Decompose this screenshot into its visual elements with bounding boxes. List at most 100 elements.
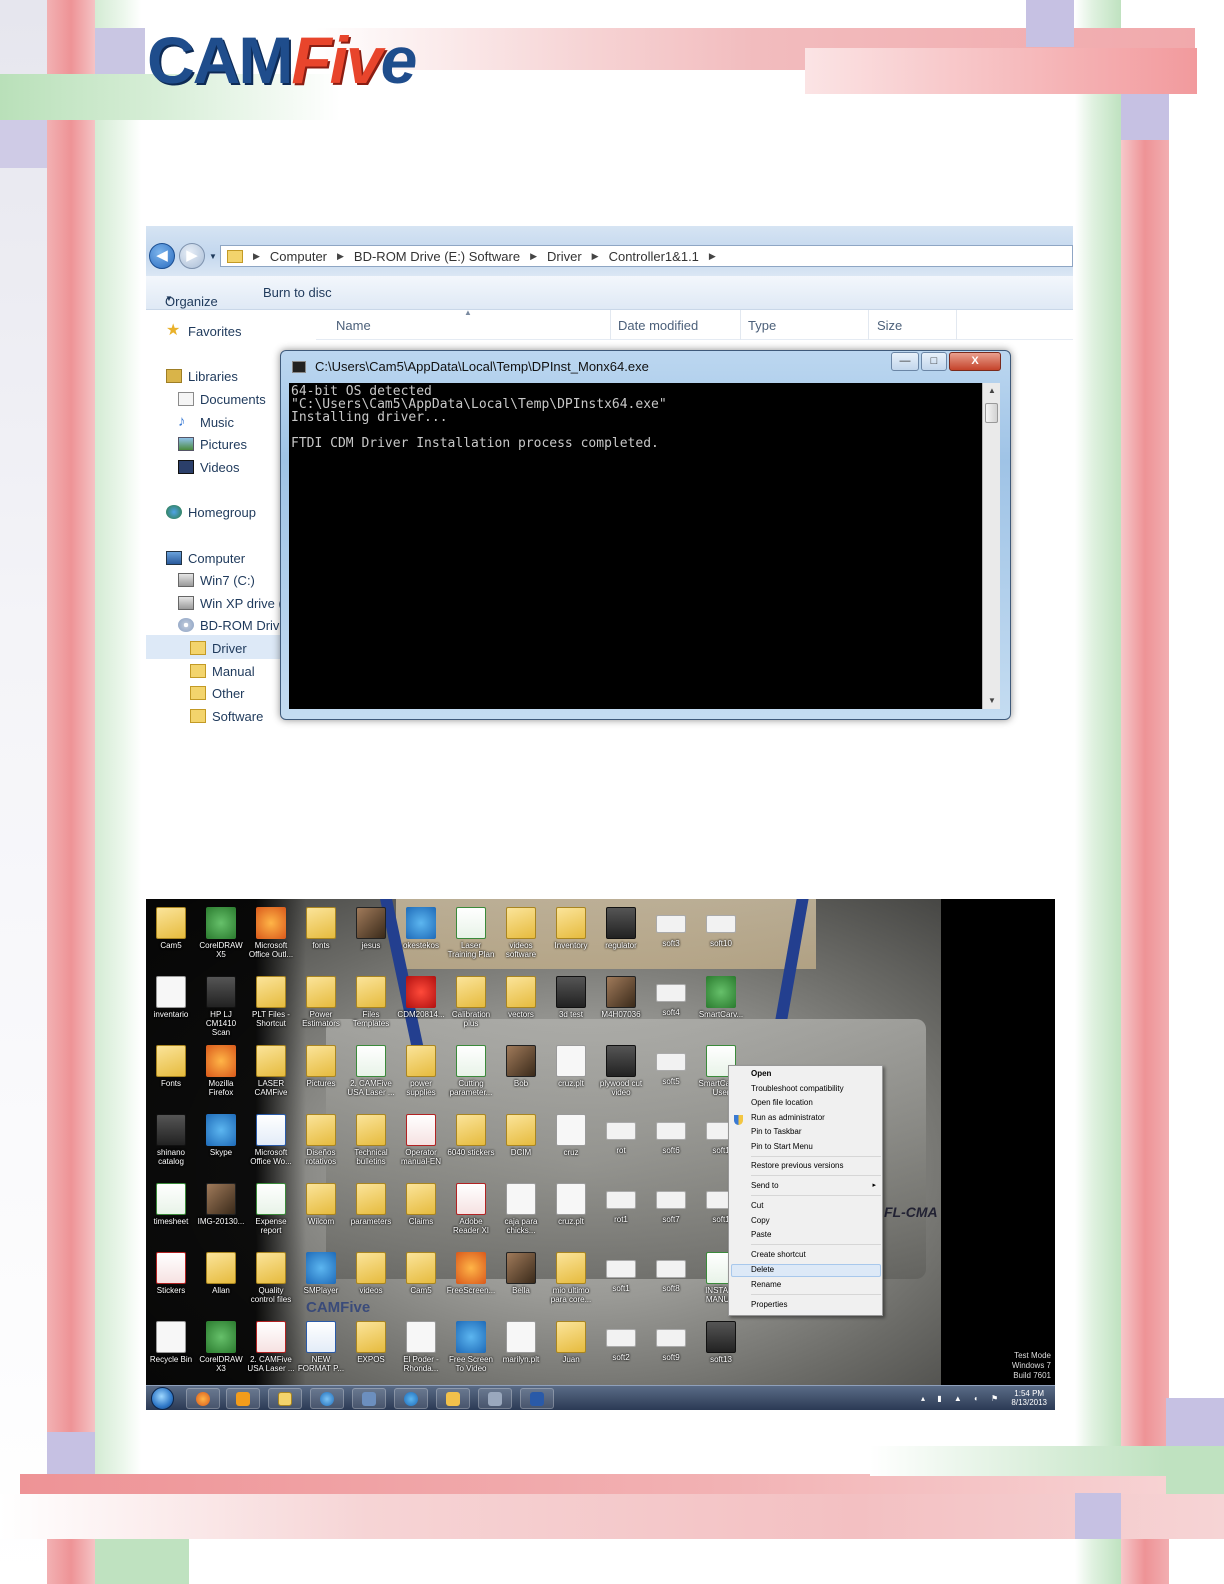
forward-icon[interactable]: ▶ [179, 243, 205, 269]
taskbar-network-icon[interactable] [352, 1388, 386, 1409]
breadcrumb-item[interactable]: BD-ROM Drive (E:) Software [354, 249, 520, 264]
desktop-icon[interactable]: Skype [196, 1110, 246, 1176]
maximize-button[interactable]: □ [921, 352, 947, 371]
column-size[interactable]: Size [877, 318, 902, 333]
desktop-icon[interactable]: parameters [346, 1179, 396, 1245]
nav-documents[interactable]: Documents [178, 389, 266, 409]
desktop-icon[interactable]: soft6 [646, 1110, 696, 1176]
start-button-icon[interactable] [151, 1387, 174, 1410]
nav-win7-drive[interactable]: Win7 (C:) [178, 570, 255, 590]
nav-computer[interactable]: Computer [166, 548, 245, 568]
desktop-icon[interactable]: Microsoft Office Wo... [246, 1110, 296, 1176]
desktop-icon[interactable]: Microsoft Office Outl... [246, 903, 296, 969]
menu-cut[interactable]: Cut [751, 1200, 763, 1212]
menu-delete[interactable]: Delete [751, 1264, 774, 1276]
desktop-icon[interactable]: vectors [496, 972, 546, 1038]
menu-pin-start[interactable]: Pin to Start Menu [751, 1141, 813, 1153]
menu-restore-versions[interactable]: Restore previous versions [751, 1160, 843, 1172]
taskbar-outlook-icon[interactable] [436, 1388, 470, 1409]
desktop-icon[interactable]: shinano catalog [146, 1110, 196, 1176]
desktop-icon[interactable]: soft9 [646, 1317, 696, 1383]
menu-create-shortcut[interactable]: Create shortcut [751, 1249, 806, 1261]
desktop-icon[interactable]: soft3 [646, 903, 696, 969]
desktop-icon[interactable]: Power Estimators [296, 972, 346, 1038]
desktop-icon[interactable]: CorelDRAW X5 [196, 903, 246, 969]
desktop-icon[interactable]: Laser Training Plan [446, 903, 496, 969]
desktop-icon[interactable]: 3d test [546, 972, 596, 1038]
breadcrumb-item[interactable]: Computer [270, 249, 327, 264]
desktop-icon[interactable]: cruz.plt [546, 1041, 596, 1107]
menu-run-as-admin[interactable]: Run as administrator [751, 1112, 825, 1124]
desktop-icon[interactable]: Inventory [546, 903, 596, 969]
desktop-icon[interactable]: Operator manual-EN [396, 1110, 446, 1176]
desktop-icon[interactable]: cruz.plt [546, 1179, 596, 1245]
system-tray-icons[interactable]: ▴ ▮ ▲ ◐ ⚑ [921, 1394, 1003, 1403]
desktop-icon[interactable]: Files Templates [346, 972, 396, 1038]
breadcrumb[interactable]: ▶ Computer ▶ BD-ROM Drive (E:) Software … [220, 245, 1073, 267]
desktop-icon[interactable]: IMG-20130... [196, 1179, 246, 1245]
column-type[interactable]: Type [748, 318, 776, 333]
column-name[interactable]: Name [336, 318, 371, 333]
desktop-icon[interactable]: Diseños rotativos [296, 1110, 346, 1176]
desktop-icon[interactable]: Technical bulletins [346, 1110, 396, 1176]
menu-troubleshoot[interactable]: Troubleshoot compatibility [751, 1083, 844, 1095]
desktop-icon[interactable]: Claims [396, 1179, 446, 1245]
minimize-button[interactable]: — [891, 352, 919, 371]
desktop-icon[interactable]: soft10 [696, 903, 746, 969]
menu-copy[interactable]: Copy [751, 1215, 770, 1227]
desktop-icon[interactable]: cruz [546, 1110, 596, 1176]
nav-pictures[interactable]: Pictures [178, 434, 247, 454]
desktop-icon[interactable]: Fonts [146, 1041, 196, 1107]
desktop-icon[interactable]: Adobe Reader XI [446, 1179, 496, 1245]
desktop-icon[interactable]: inventario [146, 972, 196, 1038]
menu-rename[interactable]: Rename [751, 1279, 781, 1291]
taskbar-word-icon[interactable] [520, 1388, 554, 1409]
desktop-icon[interactable]: 2. CAMFive USA Laser ... [246, 1317, 296, 1383]
taskbar-app-icon[interactable] [478, 1388, 512, 1409]
desktop-icon[interactable]: Quality control files [246, 1248, 296, 1314]
taskbar-ie-icon[interactable] [310, 1388, 344, 1409]
desktop-icon[interactable]: Expense report [246, 1179, 296, 1245]
menu-send-to[interactable]: Send to [751, 1180, 779, 1192]
desktop-icon[interactable]: soft13 [696, 1317, 746, 1383]
desktop-icon[interactable]: Wilcom [296, 1179, 346, 1245]
nav-winxp-drive[interactable]: Win XP drive ( [178, 593, 283, 613]
desktop-icon[interactable]: PLT Files - Shortcut [246, 972, 296, 1038]
menu-pin-taskbar[interactable]: Pin to Taskbar [751, 1126, 802, 1138]
desktop-icon[interactable]: El Poder - Rhonda... [396, 1317, 446, 1383]
desktop-icon[interactable]: soft5 [646, 1041, 696, 1107]
menu-open-file-location[interactable]: Open file location [751, 1097, 813, 1109]
desktop-icon[interactable]: Pictures [296, 1041, 346, 1107]
menu-open[interactable]: Open [751, 1068, 771, 1080]
desktop-icon[interactable]: Mozilla Firefox [196, 1041, 246, 1107]
desktop-icon[interactable]: marilyn.plt [496, 1317, 546, 1383]
desktop-icon[interactable]: soft7 [646, 1179, 696, 1245]
nav-homegroup[interactable]: Homegroup [166, 502, 256, 522]
scroll-up-icon[interactable]: ▲ [983, 383, 1001, 399]
desktop-icon[interactable]: soft2 [596, 1317, 646, 1383]
desktop-icon[interactable]: soft4 [646, 972, 696, 1038]
nav-bdrom-drive[interactable]: BD-ROM Drive [178, 615, 287, 635]
desktop-icon[interactable]: SMPlayer [296, 1248, 346, 1314]
taskbar-media-player-icon[interactable] [226, 1388, 260, 1409]
desktop-icon[interactable]: M4H07036 [596, 972, 646, 1038]
nav-software-folder[interactable]: Software [190, 706, 263, 726]
desktop-icon[interactable]: Stickers [146, 1248, 196, 1314]
burn-to-disc-button[interactable]: Burn to disc [263, 285, 332, 300]
desktop-icon[interactable]: FreeScreen... [446, 1248, 496, 1314]
desktop-icon[interactable]: soft8 [646, 1248, 696, 1314]
desktop-icon[interactable]: videos software [496, 903, 546, 969]
desktop-icon[interactable]: CDM20814... [396, 972, 446, 1038]
menu-properties[interactable]: Properties [751, 1299, 787, 1311]
desktop-icon[interactable]: 6040 stickers [446, 1110, 496, 1176]
desktop-icon[interactable]: EXPOS [346, 1317, 396, 1383]
desktop-icon[interactable]: SmartCarv... [696, 972, 746, 1038]
desktop-icon[interactable]: videos [346, 1248, 396, 1314]
breadcrumb-item[interactable]: Controller1&1.1 [609, 249, 699, 264]
desktop-icon[interactable]: Allan [196, 1248, 246, 1314]
desktop-icon[interactable]: DCIM [496, 1110, 546, 1176]
desktop-icon[interactable]: Cam5 [396, 1248, 446, 1314]
nav-music[interactable]: ♪ Music [178, 412, 234, 432]
taskbar-explorer-icon[interactable] [268, 1388, 302, 1409]
taskbar-skype-icon[interactable] [394, 1388, 428, 1409]
